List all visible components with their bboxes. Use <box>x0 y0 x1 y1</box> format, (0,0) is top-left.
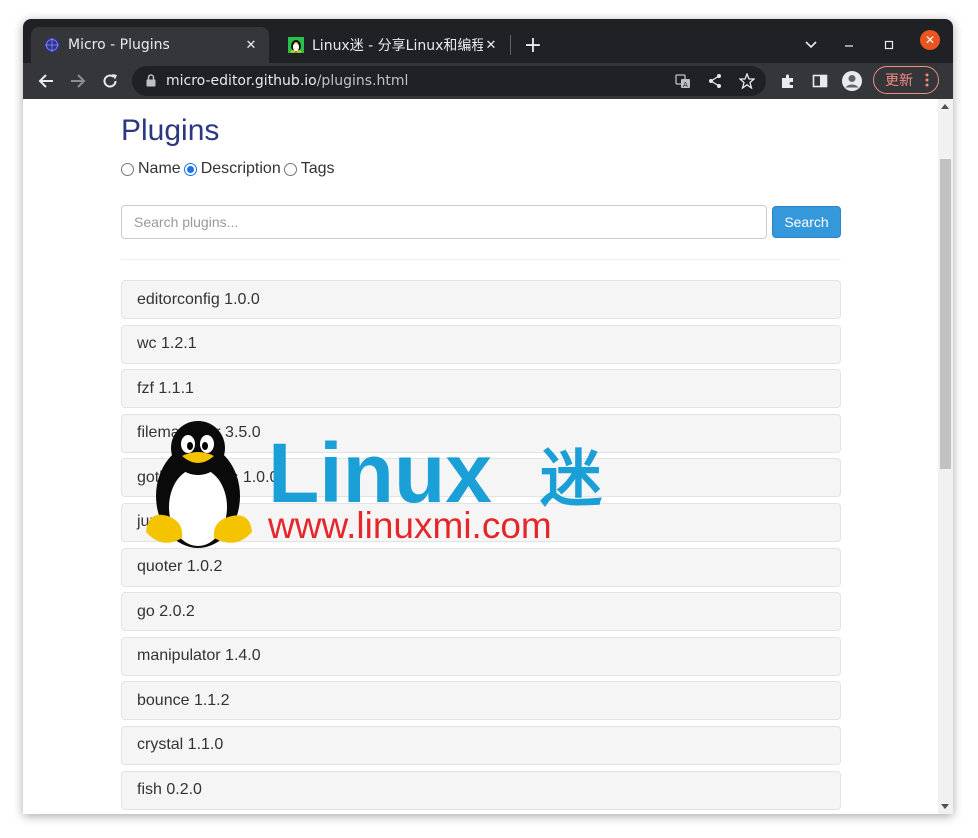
plugin-item-fzf[interactable]: fzf 1.1.1 <box>121 369 841 409</box>
new-tab-plus-icon[interactable]: + <box>520 32 546 58</box>
tab-title: Micro - Plugins <box>68 37 170 53</box>
forward-arrow-icon[interactable] <box>64 67 92 95</box>
plugin-item-editorconfig[interactable]: editorconfig 1.0.0 <box>121 280 841 319</box>
radio-circle[interactable] <box>121 162 134 176</box>
close-tab-icon[interactable]: ✕ <box>483 37 499 53</box>
minimize-icon[interactable] <box>835 31 863 59</box>
plugin-item-quoter[interactable]: quoter 1.0.2 <box>121 547 841 587</box>
tab-linuxmi[interactable]: Linux迷 - 分享Linux和编程 ✕ <box>275 27 509 63</box>
divider <box>121 259 841 260</box>
tab-search-chevron-icon[interactable] <box>797 31 825 59</box>
radio-tags[interactable]: Tags <box>283 160 335 178</box>
url-path: /plugins.html <box>316 73 409 89</box>
tab-micro-plugins[interactable]: Micro - Plugins ✕ <box>31 27 269 63</box>
plugin-item-go[interactable]: go 2.0.2 <box>121 592 841 632</box>
tux-penguin-icon <box>146 421 252 548</box>
url-host: micro-editor.github.io <box>166 73 317 89</box>
update-label: 更新 <box>885 73 913 89</box>
plugin-item-bounce[interactable]: bounce 1.1.2 <box>121 681 841 721</box>
bookmark-star-icon[interactable] <box>737 71 757 91</box>
search-mode-radios: Name Description Tags <box>121 160 338 178</box>
watermark-site: www.linuxmi.com <box>267 505 552 546</box>
maximize-icon[interactable] <box>875 31 903 59</box>
page-title: Plugins <box>121 114 220 147</box>
penguin-favicon-icon <box>288 37 304 53</box>
linuxmi-watermark: Linux 迷 www.linuxmi.com <box>146 421 603 548</box>
side-panel-icon[interactable] <box>806 67 834 95</box>
radio-description[interactable]: Description <box>183 160 281 178</box>
scrollbar[interactable] <box>938 99 953 814</box>
tab-strip: Micro - Plugins ✕ Linux迷 - 分享Linux和编程 ✕ … <box>23 19 953 63</box>
extensions-puzzle-icon[interactable] <box>774 67 802 95</box>
radio-circle[interactable] <box>283 162 297 176</box>
plugin-item-crystal[interactable]: crystal 1.1.0 <box>121 725 841 765</box>
svg-text:A: A <box>683 81 688 89</box>
tab-title: Linux迷 - 分享Linux和编程 <box>312 38 483 54</box>
radio-name[interactable]: Name <box>121 160 181 178</box>
translate-icon[interactable]: A <box>673 71 693 91</box>
radio-circle-checked[interactable] <box>183 162 197 176</box>
close-tab-icon[interactable]: ✕ <box>243 37 259 53</box>
reload-icon[interactable] <box>96 67 124 95</box>
plugin-item-manipulator[interactable]: manipulator 1.4.0 <box>121 636 841 676</box>
address-bar[interactable]: micro-editor.github.io/plugins.html A <box>132 66 766 96</box>
profile-avatar-icon[interactable] <box>838 67 866 95</box>
back-arrow-icon[interactable] <box>32 67 60 95</box>
window-close-icon[interactable]: ✕ <box>920 30 940 50</box>
url-text: micro-editor.github.io/plugins.html <box>166 73 408 89</box>
scroll-down-arrow-icon[interactable] <box>941 804 949 809</box>
page-content: Plugins Name Description Tags Search edi… <box>23 99 938 814</box>
globe-favicon-icon <box>44 37 60 53</box>
browser-window: Micro - Plugins ✕ Linux迷 - 分享Linux和编程 ✕ … <box>23 19 953 814</box>
search-button[interactable]: Search <box>772 206 841 238</box>
scroll-up-arrow-icon[interactable] <box>941 104 949 109</box>
share-icon[interactable] <box>705 71 725 91</box>
scrollbar-thumb[interactable] <box>940 159 951 469</box>
update-button[interactable]: 更新 <box>873 66 939 94</box>
plugin-item-fish[interactable]: fish 0.2.0 <box>121 770 841 810</box>
tab-separator <box>510 35 511 55</box>
toolbar: micro-editor.github.io/plugins.html A 更新 <box>23 63 953 99</box>
menu-dots-icon <box>925 73 929 87</box>
lock-icon <box>146 74 156 87</box>
search-plugins-input[interactable] <box>121 205 767 239</box>
plugin-item-wc[interactable]: wc 1.2.1 <box>121 324 841 364</box>
